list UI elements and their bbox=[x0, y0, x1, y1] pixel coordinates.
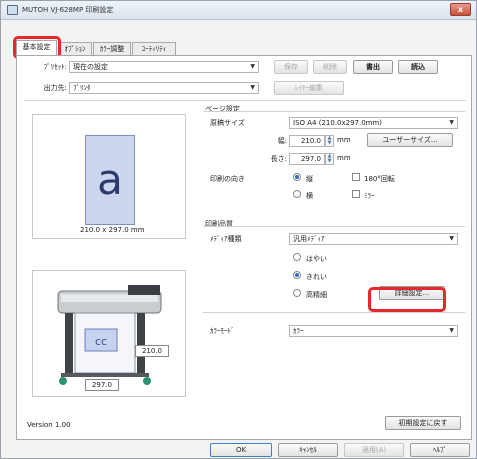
chevron-down-icon: ▼ bbox=[250, 84, 255, 91]
page-size-text: 210.0 x 297.0 mm bbox=[80, 226, 145, 234]
page-preview: a 210.0 x 297.0 mm bbox=[32, 114, 186, 239]
delete-button[interactable]: 削除 bbox=[313, 60, 347, 74]
window-title: MUTOH VJ-628MP 印刷設定 bbox=[22, 6, 114, 14]
export-button[interactable]: 書出 bbox=[353, 60, 393, 74]
tab-color-adjust[interactable]: ｶﾗｰ調整 bbox=[93, 42, 131, 56]
paper-size-select[interactable]: ISO A4 (210.0x297.0mm) ▼ bbox=[289, 117, 458, 129]
cancel-button[interactable]: ｷｬﾝｾﾙ bbox=[278, 443, 338, 457]
portrait-radio[interactable] bbox=[293, 173, 301, 181]
color-mode-label: ｶﾗｰﾓｰﾄﾞ bbox=[210, 327, 235, 335]
height-input[interactable]: 297.0 bbox=[289, 153, 325, 165]
chevron-down-icon: ▼ bbox=[449, 327, 454, 334]
print-quality-title: 印刷品質 bbox=[205, 219, 236, 229]
color-mode-separator bbox=[203, 312, 465, 313]
title-bar: MUTOH VJ-628MP 印刷設定 x bbox=[1, 1, 476, 20]
color-mode-value: ｶﾗｰ bbox=[293, 327, 304, 335]
mirror-checkbox[interactable] bbox=[352, 190, 360, 198]
color-mode-select[interactable]: ｶﾗｰ ▼ bbox=[289, 325, 458, 337]
printer-illustration: cc bbox=[57, 285, 162, 385]
landscape-radio[interactable] bbox=[293, 190, 301, 198]
quality-fast-radio[interactable] bbox=[293, 253, 301, 261]
paper-size-value: ISO A4 (210.0x297.0mm) bbox=[293, 119, 383, 127]
width-dimension-box: 210.0 bbox=[135, 345, 169, 357]
paper-size-label: 原稿サイズ bbox=[210, 119, 245, 127]
output-label: 出力先: bbox=[43, 84, 67, 92]
page-settings-title: ページ設定 bbox=[205, 104, 243, 114]
svg-text:cc: cc bbox=[95, 335, 107, 348]
printer-icon bbox=[7, 5, 18, 15]
preset-value: 現在の設定 bbox=[73, 63, 108, 71]
quality-fine-radio[interactable] bbox=[293, 271, 301, 279]
chevron-down-icon: ▼ bbox=[449, 235, 454, 242]
orientation-label: 印刷の向き bbox=[210, 175, 245, 183]
height-unit: mm bbox=[337, 154, 351, 162]
rotate180-label: 180°回転 bbox=[364, 175, 395, 183]
width-input[interactable]: 210.0 bbox=[289, 135, 325, 147]
media-type-label: ﾒﾃﾞｨｱ種類 bbox=[210, 235, 242, 243]
portrait-label: 縦 bbox=[306, 175, 313, 183]
width-unit: mm bbox=[337, 136, 351, 144]
basic-settings-panel: ﾌﾟﾘｾｯﾄ: 現在の設定 ▼ 保存 削除 書出 読込 出力先: ﾌﾟﾘﾝﾀ ▼… bbox=[16, 55, 472, 440]
chevron-down-icon: ▼ bbox=[449, 119, 454, 126]
save-button[interactable]: 保存 bbox=[274, 60, 308, 74]
dialog-button-bar: OK ｷｬﾝｾﾙ 適用(A) ﾍﾙﾌﾟ bbox=[1, 443, 476, 459]
page-settings-separator bbox=[203, 111, 465, 112]
page-preview-sheet: a bbox=[85, 135, 135, 225]
tab-utility[interactable]: ﾕｰﾃｨﾘﾃｨ bbox=[132, 42, 176, 56]
close-button[interactable]: x bbox=[450, 3, 471, 16]
quality-high-fine-radio[interactable] bbox=[293, 289, 301, 297]
preset-select[interactable]: 現在の設定 ▼ bbox=[69, 61, 259, 73]
preset-label: ﾌﾟﾘｾｯﾄ: bbox=[43, 63, 67, 71]
quality-high-fine-label: 高精細 bbox=[306, 291, 327, 299]
detail-button-highlight-marker bbox=[368, 287, 446, 312]
separator bbox=[24, 100, 466, 101]
tab-options[interactable]: ｵﾌﾟｼｮﾝ bbox=[58, 42, 92, 56]
import-button[interactable]: 読込 bbox=[398, 60, 438, 74]
rotate180-checkbox[interactable] bbox=[352, 173, 360, 181]
height-label: 長さ: bbox=[270, 155, 287, 163]
media-type-value: 汎用ﾒﾃﾞｨｱ bbox=[293, 235, 325, 243]
layer-edit-button[interactable]: ﾚｲﾔｰ編集 bbox=[274, 81, 344, 95]
output-value: ﾌﾟﾘﾝﾀ bbox=[73, 84, 91, 92]
quality-fast-label: はやい bbox=[306, 255, 327, 263]
mirror-label: ﾐﾗｰ bbox=[364, 192, 375, 200]
landscape-label: 横 bbox=[306, 192, 313, 200]
apply-button[interactable]: 適用(A) bbox=[344, 443, 404, 457]
print-settings-window: MUTOH VJ-628MP 印刷設定 x 基本設定 ｵﾌﾟｼｮﾝ ｶﾗｰ調整 … bbox=[0, 0, 477, 459]
chevron-down-icon: ▼ bbox=[250, 63, 255, 70]
print-quality-separator bbox=[203, 226, 465, 227]
media-type-select[interactable]: 汎用ﾒﾃﾞｨｱ ▼ bbox=[289, 233, 458, 245]
output-select[interactable]: ﾌﾟﾘﾝﾀ ▼ bbox=[69, 82, 259, 94]
width-stepper[interactable]: ▲ ▼ bbox=[325, 135, 334, 147]
version-text: Version 1.00 bbox=[27, 421, 71, 429]
quality-fine-label: きれい bbox=[306, 273, 327, 281]
height-stepper[interactable]: ▲ ▼ bbox=[325, 153, 334, 165]
height-dimension-box: 297.0 bbox=[85, 379, 119, 391]
width-label: 幅: bbox=[277, 137, 287, 145]
reset-defaults-button[interactable]: 初期設定に戻す bbox=[385, 416, 461, 430]
help-button[interactable]: ﾍﾙﾌﾟ bbox=[410, 443, 470, 457]
printer-preview: cc 210.0 297.0 bbox=[32, 270, 186, 397]
ok-button[interactable]: OK bbox=[210, 443, 272, 457]
user-size-button[interactable]: ユーザーサイズ... bbox=[367, 133, 453, 147]
